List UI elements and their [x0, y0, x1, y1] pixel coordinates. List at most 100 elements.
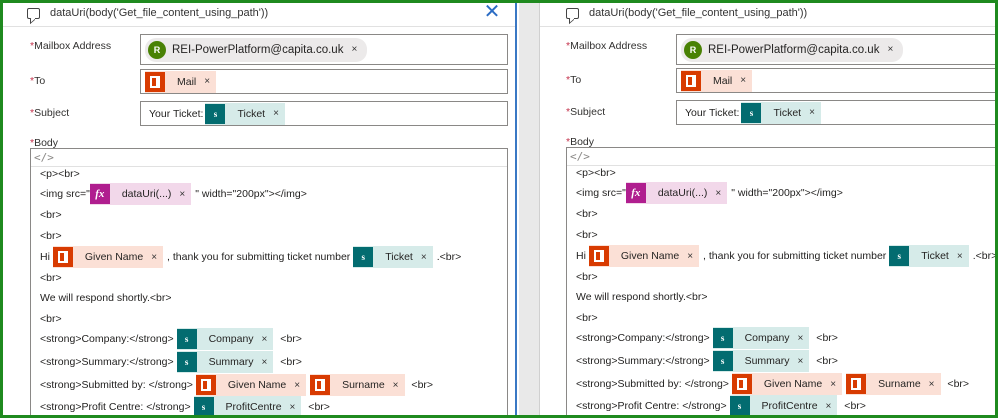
dynamic-content-token[interactable]: s Ticket × [889, 245, 969, 267]
body-text: <br> [305, 401, 330, 413]
dynamic-content-token[interactable]: s Company × [712, 327, 810, 349]
body-line: <p><br> [576, 163, 616, 183]
avatar: R [148, 40, 166, 59]
to-field[interactable]: Mail × [676, 68, 995, 93]
office-icon [846, 374, 867, 394]
remove-token-icon[interactable]: × [290, 402, 296, 413]
dynamic-content-token[interactable]: Given Name × [52, 246, 164, 268]
token-label: Company [208, 333, 254, 345]
subject-token[interactable]: s Ticket × [741, 101, 821, 124]
card-header[interactable]: dataUri(body('Get_file_content_using_pat… [566, 4, 807, 22]
body-line: <img src=" fx dataUri(...) × " width="200px"… [40, 183, 307, 205]
body-text: " width="200px"></img> [195, 188, 307, 200]
mailbox-field[interactable]: R REI-PowerPlatform@capita.co.uk × [140, 34, 508, 65]
sharepoint-icon: s [353, 247, 374, 267]
card-header[interactable]: dataUri(body('Get_file_content_using_pat… [27, 4, 268, 22]
dynamic-content-token[interactable]: Surname × [846, 373, 941, 395]
remove-token-icon[interactable]: × [809, 107, 815, 118]
body-line: <br> [40, 309, 62, 329]
to-token[interactable]: Mail × [681, 69, 753, 92]
remove-token-icon[interactable]: × [826, 401, 832, 412]
remove-token-icon[interactable]: × [351, 44, 357, 55]
to-token[interactable]: Mail × [145, 70, 217, 93]
body-text: <strong>Summary:</strong> [40, 356, 177, 368]
body-text: <br> [576, 312, 598, 324]
remove-token-icon[interactable]: × [421, 252, 427, 263]
body-line: <strong>Profit Centre: </strong> s Profit… [576, 395, 866, 417]
code-view-toggle[interactable]: </> [31, 149, 507, 167]
mailbox-token[interactable]: R REI-PowerPlatform@capita.co.uk × [681, 37, 904, 62]
remove-token-icon[interactable]: × [887, 44, 893, 55]
office-icon [681, 70, 701, 91]
body-text: <p><br> [576, 167, 616, 179]
sharepoint-icon: s [176, 352, 197, 372]
body-text: <br> [277, 356, 302, 368]
dynamic-content-token[interactable]: Given Name × [731, 373, 843, 395]
remove-token-icon[interactable]: × [262, 334, 268, 345]
subject-label: *Subject [30, 107, 70, 119]
mailbox-field[interactable]: R REI-PowerPlatform@capita.co.uk × [676, 34, 995, 65]
body-text: , thank you for submitting ticket number [167, 251, 354, 263]
subject-field[interactable]: Your Ticket: s Ticket × [140, 101, 508, 126]
body-text: <strong>Summary:</strong> [576, 355, 713, 367]
body-text: <br> [576, 271, 598, 283]
remove-token-icon[interactable]: × [687, 251, 693, 262]
mailbox-token[interactable]: R REI-PowerPlatform@capita.co.uk × [145, 37, 368, 62]
dynamic-content-token[interactable]: s Ticket × [353, 246, 433, 268]
dynamic-content-token[interactable]: Surname × [310, 374, 405, 396]
remove-token-icon[interactable]: × [740, 75, 746, 86]
body-text: <br> [576, 208, 598, 220]
body-line: <strong>Submitted by: </strong> Given Na… [576, 373, 970, 395]
dynamic-content-token[interactable]: fx dataUri(...) × [625, 182, 728, 204]
dynamic-content-token[interactable]: Given Name × [195, 374, 307, 396]
office-icon [52, 247, 73, 267]
remove-token-icon[interactable]: × [798, 356, 804, 367]
remove-token-icon[interactable]: × [204, 76, 210, 87]
subject-token[interactable]: s Ticket × [205, 102, 285, 125]
remove-token-icon[interactable]: × [715, 188, 721, 199]
sharepoint-icon: s [193, 397, 214, 417]
body-text: , thank you for submitting ticket number [703, 250, 890, 262]
dynamic-content-token[interactable]: s Summary × [712, 350, 810, 372]
body-text: Hi [576, 250, 589, 262]
subject-prefix: Your Ticket: [685, 106, 740, 119]
remove-token-icon[interactable]: × [393, 380, 399, 391]
comment-icon[interactable] [566, 7, 579, 19]
card-title: dataUri(body('Get_file_content_using_pat… [589, 7, 808, 19]
token-label: Company [744, 332, 790, 344]
token-label: Ticket [385, 251, 413, 263]
subject-field[interactable]: Your Ticket: s Ticket × [676, 100, 995, 125]
body-line: <strong>Submitted by: </strong> Given Na… [40, 374, 433, 396]
comment-icon[interactable] [27, 7, 40, 19]
token-label: Surname [878, 378, 921, 390]
dynamic-content-token[interactable]: s ProfitCentre × [729, 395, 838, 417]
remove-token-icon[interactable]: × [294, 380, 300, 391]
remove-token-icon[interactable]: × [273, 108, 279, 119]
body-text: <br> [944, 378, 970, 390]
token-label: Given Name [84, 251, 144, 263]
remove-token-icon[interactable]: × [262, 357, 268, 368]
dynamic-content-token[interactable]: s ProfitCentre × [193, 396, 302, 418]
body-line: <br> [40, 268, 62, 288]
body-line: <br> [40, 205, 62, 225]
close-icon[interactable]: ✕ [483, 2, 501, 22]
body-line: We will respond shortly.<br> [576, 287, 708, 307]
body-text: <img src=" [40, 188, 90, 200]
body-text: <br> [40, 313, 62, 325]
remove-token-icon[interactable]: × [798, 333, 804, 344]
remove-token-icon[interactable]: × [929, 379, 935, 390]
remove-token-icon[interactable]: × [151, 252, 157, 263]
dynamic-content-token[interactable]: s Company × [176, 328, 274, 350]
dynamic-content-token[interactable]: s Summary × [176, 351, 274, 373]
to-label: *To [30, 75, 46, 87]
body-text: <br> [277, 333, 302, 345]
remove-token-icon[interactable]: × [830, 379, 836, 390]
body-text: We will respond shortly.<br> [40, 292, 172, 304]
remove-token-icon[interactable]: × [957, 251, 963, 262]
remove-token-icon[interactable]: × [179, 189, 185, 200]
code-view-toggle[interactable]: </> [567, 148, 995, 166]
dynamic-content-token[interactable]: Given Name × [588, 245, 700, 267]
dynamic-content-token[interactable]: fx dataUri(...) × [89, 183, 192, 205]
card-title: dataUri(body('Get_file_content_using_pat… [50, 7, 269, 19]
to-field[interactable]: Mail × [140, 69, 508, 94]
